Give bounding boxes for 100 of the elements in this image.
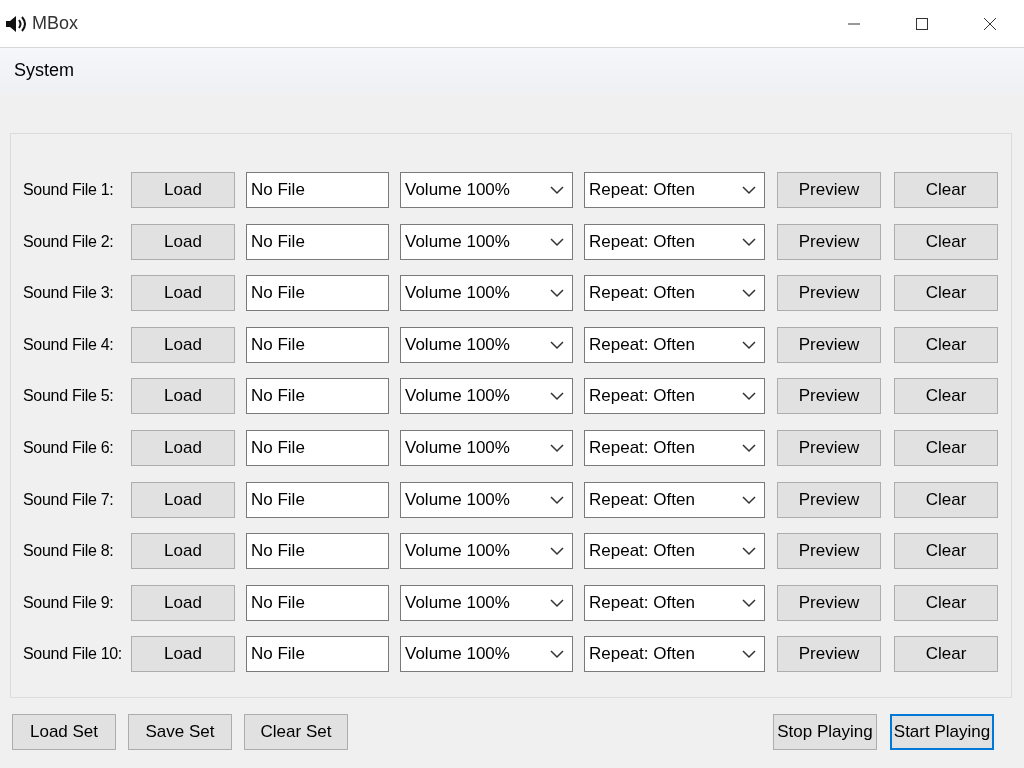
playback-button[interactable]: Start Playing [890,714,994,751]
volume-dropdown[interactable]: Volume 100% [400,584,573,621]
repeat-dropdown[interactable]: Repeat: Often [584,378,765,415]
volume-dropdown[interactable]: Volume 100% [400,326,573,363]
repeat-dropdown[interactable]: Repeat: Often [584,584,765,621]
clear-button[interactable]: Clear [894,275,998,312]
preview-button[interactable]: Preview [777,533,881,570]
repeat-dropdown[interactable]: Repeat: Often [584,275,765,312]
chevron-down-icon [742,288,756,299]
close-icon [983,16,997,31]
file-field[interactable]: No File [246,636,389,673]
clear-button[interactable]: Clear [894,326,998,363]
preview-button[interactable]: Preview [777,584,881,621]
clear-button[interactable]: Clear [894,533,998,570]
load-button[interactable]: Load [131,481,235,518]
row-label: Sound File 6: [23,438,115,457]
file-field[interactable]: No File [246,326,389,363]
chevron-down-icon [742,442,756,453]
load-button[interactable]: Load [131,223,235,260]
chevron-down-icon [550,494,564,505]
preview-button[interactable]: Preview [777,326,881,363]
file-field[interactable]: No File [246,533,389,570]
repeat-dropdown[interactable]: Repeat: Often [584,636,765,673]
maximize-icon [915,16,929,31]
chevron-down-icon [550,442,564,453]
set-button[interactable]: Save Set [128,714,232,751]
load-button[interactable]: Load [131,275,235,312]
preview-button[interactable]: Preview [777,172,881,208]
chevron-down-icon [550,288,564,299]
file-field[interactable]: No File [246,172,389,208]
load-button[interactable]: Load [131,172,235,208]
repeat-dropdown[interactable]: Repeat: Often [584,533,765,570]
load-button[interactable]: Load [131,533,235,570]
set-button[interactable]: Clear Set [244,714,348,751]
clear-button[interactable]: Clear [894,223,998,260]
volume-dropdown[interactable]: Volume 100% [400,533,573,570]
volume-dropdown[interactable]: Volume 100% [400,223,573,260]
load-button[interactable]: Load [131,326,235,363]
chevron-down-icon [742,185,756,195]
file-field[interactable]: No File [246,275,389,312]
minimize-icon [847,22,861,25]
chevron-down-icon [742,391,756,402]
preview-button[interactable]: Preview [777,275,881,312]
chevron-down-icon [742,494,756,505]
chevron-down-icon [742,546,756,557]
file-field[interactable]: No File [246,429,389,466]
clear-button[interactable]: Clear [894,172,998,208]
load-button[interactable]: Load [131,378,235,415]
volume-dropdown[interactable]: Volume 100% [400,172,573,208]
volume-dropdown[interactable]: Volume 100% [400,275,573,312]
speaker-icon [4,13,28,34]
repeat-dropdown[interactable]: Repeat: Often [584,326,765,363]
clear-button[interactable]: Clear [894,636,998,673]
clear-button[interactable]: Clear [894,481,998,518]
volume-dropdown[interactable]: Volume 100% [400,429,573,466]
chevron-down-icon [742,339,756,350]
chevron-down-icon [550,391,564,402]
preview-button[interactable]: Preview [777,429,881,466]
load-button[interactable]: Load [131,636,235,673]
preview-button[interactable]: Preview [777,378,881,415]
preview-button[interactable]: Preview [777,223,881,260]
chevron-down-icon [550,185,564,195]
load-button[interactable]: Load [131,584,235,621]
chevron-down-icon [742,649,756,660]
repeat-dropdown[interactable]: Repeat: Often [584,172,765,208]
repeat-dropdown[interactable]: Repeat: Often [584,481,765,518]
row-label: Sound File 10: [23,645,123,664]
chevron-down-icon [742,236,756,247]
playback-button[interactable]: Stop Playing [773,714,877,751]
row-label: Sound File 1: [23,181,115,199]
window-title: MBox [32,13,78,34]
volume-dropdown[interactable]: Volume 100% [400,481,573,518]
clear-button[interactable]: Clear [894,429,998,466]
clear-button[interactable]: Clear [894,584,998,621]
preview-button[interactable]: Preview [777,636,881,673]
row-label: Sound File 3: [23,284,115,303]
clear-button[interactable]: Clear [894,378,998,415]
volume-dropdown[interactable]: Volume 100% [400,636,573,673]
chevron-down-icon [550,339,564,350]
file-field[interactable]: No File [246,481,389,518]
chevron-down-icon [742,597,756,608]
repeat-dropdown[interactable]: Repeat: Often [584,223,765,260]
row-label: Sound File 5: [23,387,115,406]
volume-dropdown[interactable]: Volume 100% [400,378,573,415]
file-field[interactable]: No File [246,223,389,260]
file-field[interactable]: No File [246,378,389,415]
repeat-dropdown[interactable]: Repeat: Often [584,429,765,466]
chevron-down-icon [550,597,564,608]
row-label: Sound File 7: [23,490,115,509]
file-field[interactable]: No File [246,584,389,621]
menu-item[interactable]: System [13,58,75,83]
set-button[interactable]: Load Set [12,714,116,751]
chevron-down-icon [550,649,564,660]
load-button[interactable]: Load [131,429,235,466]
row-label: Sound File 8: [23,542,115,561]
chevron-down-icon [550,236,564,247]
row-label: Sound File 4: [23,335,115,354]
row-label: Sound File 2: [23,232,115,251]
chevron-down-icon [550,546,564,557]
preview-button[interactable]: Preview [777,481,881,518]
